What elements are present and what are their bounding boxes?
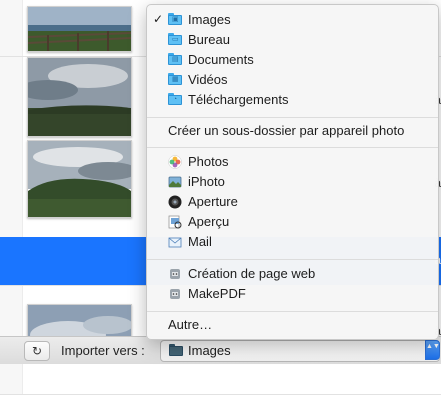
menu-separator bbox=[147, 117, 438, 118]
rotate-icon: ↻ bbox=[31, 344, 43, 358]
menu-item-other[interactable]: Autre… bbox=[147, 315, 438, 335]
menu-item-create-subfolder[interactable]: Créer un sous-dossier par appareil photo bbox=[147, 121, 438, 141]
photo-thumbnail[interactable] bbox=[27, 6, 132, 52]
menu-item-web-page[interactable]: Création de page web bbox=[147, 264, 438, 284]
images-folder-icon: ▣ bbox=[168, 13, 182, 27]
menu-item-aperture[interactable]: Aperture bbox=[147, 192, 438, 212]
updown-arrows-icon: ▲▼ bbox=[425, 340, 440, 360]
images-folder-icon bbox=[169, 344, 183, 356]
import-destination-menu: ✓ ▣ Images ▭ Bureau ▤ Documents ▦ Vidéos… bbox=[146, 4, 439, 340]
menu-item-documents[interactable]: ▤ Documents bbox=[147, 50, 438, 70]
preview-app-icon bbox=[168, 215, 182, 229]
checkmark-icon: ✓ bbox=[153, 12, 164, 26]
menu-separator bbox=[147, 311, 438, 312]
iphoto-app-icon bbox=[168, 176, 182, 188]
aperture-app-icon bbox=[168, 195, 182, 209]
hill-clouds-photo bbox=[28, 141, 131, 217]
automator-icon bbox=[170, 289, 180, 299]
menu-item-videos[interactable]: ▦ Vidéos bbox=[147, 70, 438, 90]
menu-item-mail[interactable]: Mail bbox=[147, 232, 438, 252]
coastal-fence-photo bbox=[28, 7, 131, 51]
photo-thumbnail[interactable] bbox=[27, 140, 132, 218]
menu-separator bbox=[147, 147, 438, 148]
import-to-label: Importer vers : bbox=[61, 343, 145, 358]
import-destination-popup[interactable]: Images ▲▼ bbox=[160, 340, 440, 362]
import-bar: ↻ Importer vers : Images ▲▼ bbox=[0, 336, 441, 364]
desktop-folder-icon: ▭ bbox=[168, 33, 182, 47]
photo-thumbnail[interactable] bbox=[27, 57, 132, 137]
menu-item-bureau[interactable]: ▭ Bureau bbox=[147, 30, 438, 50]
rotate-button[interactable]: ↻ bbox=[24, 341, 50, 361]
cloudy-field-photo bbox=[28, 58, 131, 136]
menu-item-iphoto[interactable]: iPhoto bbox=[147, 172, 438, 192]
menu-item-photos[interactable]: Photos bbox=[147, 152, 438, 172]
documents-folder-icon: ▤ bbox=[168, 53, 182, 67]
popup-selected-value: Images bbox=[188, 343, 231, 358]
automator-icon bbox=[170, 269, 180, 279]
menu-item-telechargements[interactable]: ◔ Téléchargements bbox=[147, 90, 438, 110]
downloads-folder-icon: ◔ bbox=[168, 93, 182, 107]
menu-item-apercu[interactable]: Aperçu bbox=[147, 212, 438, 232]
menu-item-images[interactable]: ✓ ▣ Images bbox=[147, 10, 438, 30]
menu-item-makepdf[interactable]: MakePDF bbox=[147, 284, 438, 304]
menu-separator bbox=[147, 259, 438, 260]
videos-folder-icon: ▦ bbox=[168, 73, 182, 87]
mail-app-icon bbox=[168, 237, 182, 248]
photos-app-icon bbox=[168, 155, 182, 169]
